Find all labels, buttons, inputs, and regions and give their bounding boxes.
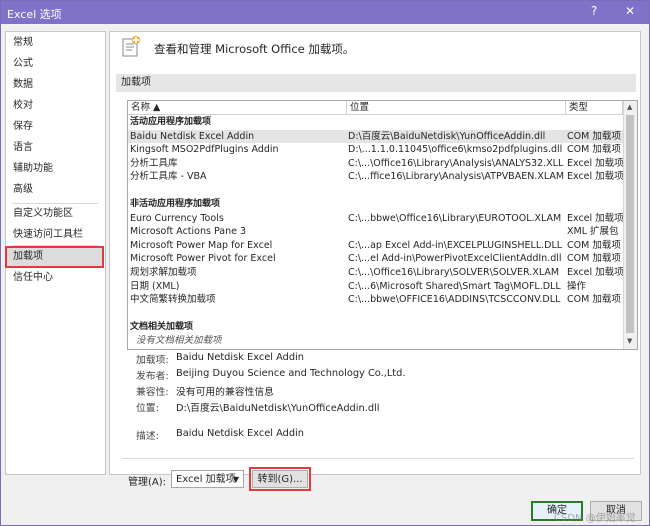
table-row[interactable]: 分析工具库 C:\...\Office16\Library\Analysis\A… — [128, 157, 623, 171]
sidebar-item-accessibility[interactable]: 辅助功能 — [6, 159, 103, 179]
sidebar-divider — [12, 245, 98, 246]
section-title: 加载项 — [116, 74, 636, 92]
table-scrollbar[interactable]: ▲ ▼ — [623, 101, 637, 349]
group-header: 活动应用程序加载项 — [130, 117, 212, 127]
sidebar-item-proofing[interactable]: 校对 — [6, 96, 103, 116]
table-row[interactable]: 分析工具库 - VBA C:\...ffice16\Library\Analys… — [128, 170, 623, 184]
empty-row: 没有文档相关加载项 — [136, 335, 222, 347]
manage-select-value: Excel 加载项 — [176, 474, 236, 485]
manage-label: 管理(A): — [128, 477, 167, 488]
watermark: CSDN @伊始率觉 — [554, 513, 636, 524]
sidebar-item-quick-access[interactable]: 快速访问工具栏 — [6, 225, 103, 245]
sidebar-item-formulas[interactable]: 公式 — [6, 54, 103, 74]
group-header: 非活动应用程序加载项 — [130, 199, 221, 209]
manage-select[interactable]: Excel 加载项 ▼ — [171, 470, 244, 488]
column-header-location[interactable]: 位置 — [347, 101, 566, 115]
table-row[interactable]: Microsoft Actions Pane 3 XML 扩展包 — [128, 225, 623, 239]
table-row[interactable]: Euro Currency Tools C:\...bbwe\Office16\… — [128, 212, 623, 226]
column-header-name[interactable]: 名称 ▲ — [128, 101, 347, 115]
scrollbar-thumb[interactable] — [626, 115, 634, 333]
sidebar-item-save[interactable]: 保存 — [6, 117, 103, 137]
sidebar-item-addins[interactable]: 加载项 — [5, 246, 104, 268]
table-row[interactable]: Microsoft Power Pivot for Excel C:\...el… — [128, 252, 623, 266]
scroll-up-icon[interactable]: ▲ — [627, 103, 632, 111]
sidebar-item-trust-center[interactable]: 信任中心 — [6, 268, 103, 288]
main-panel: 查看和管理 Microsoft Office 加载项。 加载项 名称 ▲ 位置 … — [109, 31, 641, 491]
excel-options-dialog: Excel 选项 ? ✕ 常规 公式 数据 校对 保存 语言 辅助功能 高级 自… — [0, 0, 650, 526]
table-row[interactable]: Microsoft Power Map for Excel C:\...ap E… — [128, 239, 623, 253]
group-header: 文档相关加载项 — [130, 321, 194, 332]
column-header-type[interactable]: 类型 — [566, 101, 623, 115]
close-button[interactable]: ✕ — [625, 4, 635, 18]
sidebar-item-general[interactable]: 常规 — [6, 33, 103, 53]
window-title: Excel 选项 — [7, 8, 62, 21]
scroll-down-icon[interactable]: ▼ — [627, 337, 632, 345]
divider — [122, 458, 634, 459]
table-row[interactable]: 中文简繁转换加载项 C:\...bbwe\OFFICE16\ADDINS\TCS… — [128, 293, 623, 307]
sidebar-item-data[interactable]: 数据 — [6, 75, 103, 95]
sidebar: 常规 公式 数据 校对 保存 语言 辅助功能 高级 自定义功能区 快速访问工具栏… — [5, 31, 106, 475]
sidebar-item-language[interactable]: 语言 — [6, 138, 103, 158]
table-row[interactable]: Kingsoft MSO2PdfPlugins Addin D:\...1.1.… — [128, 143, 623, 157]
page-heading: 查看和管理 Microsoft Office 加载项。 — [154, 42, 355, 56]
addins-icon — [122, 36, 140, 57]
help-button[interactable]: ? — [591, 4, 597, 18]
go-button[interactable]: 转到(G)... — [249, 467, 311, 491]
sidebar-item-customize-ribbon[interactable]: 自定义功能区 — [6, 204, 103, 224]
chevron-down-icon: ▼ — [232, 475, 239, 484]
table-row[interactable]: 日期 (XML) C:\...6\Microsoft Shared\Smart … — [128, 280, 623, 294]
title-bar: Excel 选项 ? ✕ — [1, 1, 649, 24]
addins-table: 名称 ▲ 位置 类型 活动应用程序加载项 Baidu Netdisk Excel… — [127, 100, 638, 350]
sidebar-item-advanced[interactable]: 高级 — [6, 180, 103, 200]
table-row[interactable]: 规划求解加载项 C:\...\Office16\Library\SOLVER\S… — [128, 266, 623, 280]
table-row[interactable]: Baidu Netdisk Excel Addin D:\百度云\BaiduNe… — [128, 129, 623, 144]
